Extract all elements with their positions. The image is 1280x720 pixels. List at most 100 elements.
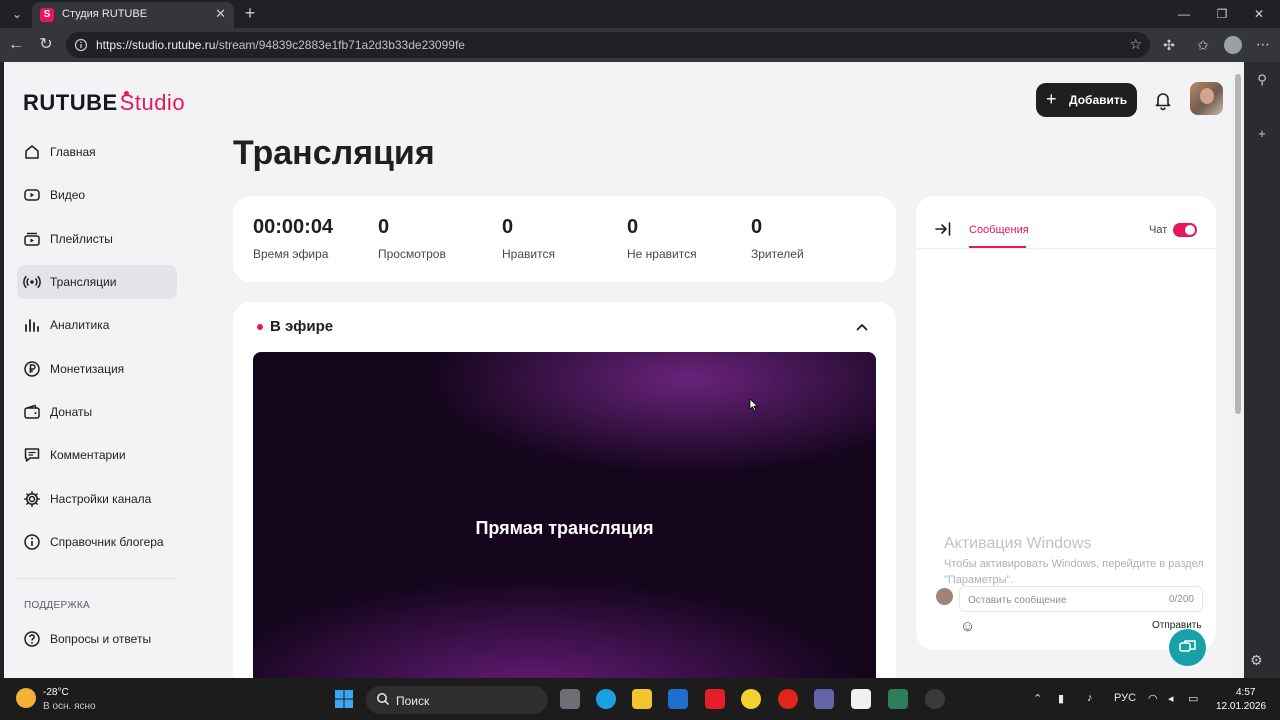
favorites-icon[interactable]: ✩ — [1194, 36, 1212, 54]
sidebar-item-home[interactable]: Главная — [17, 135, 177, 169]
comments-icon — [24, 448, 40, 462]
stat-likes: 0 Нравится — [502, 216, 555, 261]
notifications-bell-icon[interactable] — [1152, 89, 1174, 111]
ruble-icon — [24, 361, 40, 377]
gear-icon — [24, 491, 40, 507]
browser-side-panel: ⚲ + — [1244, 62, 1280, 678]
maximize-window-icon[interactable]: ❐ — [1207, 4, 1237, 24]
volume-icon[interactable]: ◂ — [1168, 692, 1174, 705]
sidebar-item-faq[interactable]: Вопросы и ответы — [17, 622, 177, 656]
browser-tab[interactable]: S Студия RUTUBE ✕ — [32, 2, 234, 28]
browser-settings-icon[interactable]: ⚙ — [1250, 652, 1268, 670]
info-icon — [24, 534, 40, 550]
yandex-browser-icon[interactable] — [705, 689, 725, 709]
tab-messages[interactable]: Сообщения — [969, 224, 1029, 236]
close-window-icon[interactable]: ✕ — [1244, 4, 1274, 24]
sidebar-item-label: Справочник блогера — [50, 535, 164, 549]
chat-toggle[interactable] — [1173, 223, 1197, 237]
close-tab-icon[interactable]: ✕ — [215, 6, 226, 22]
search-label: Поиск — [396, 694, 430, 708]
tab-list-button[interactable]: ⌄ — [6, 4, 28, 24]
clock-time[interactable]: 4:57 — [1236, 687, 1255, 698]
taskbar-search[interactable]: Поиск — [366, 686, 548, 714]
obs-icon[interactable] — [925, 689, 945, 709]
store-icon[interactable] — [851, 689, 871, 709]
url-host: https://studio.rutube.ru — [96, 38, 216, 52]
add-button-label: Добавить — [1069, 93, 1128, 107]
edge-browser-icon[interactable] — [596, 689, 616, 709]
rutube-favicon-icon: S — [40, 8, 54, 22]
avatar-face — [1200, 88, 1214, 104]
site-info-icon[interactable] — [74, 38, 88, 52]
task-view-icon[interactable] — [560, 689, 580, 709]
sidebar-item-label: Настройки канала — [50, 492, 152, 506]
rutube-studio-logo[interactable]: RUTUBEStudio — [23, 90, 185, 116]
browser-menu-icon[interactable]: ⋯ — [1256, 36, 1270, 54]
sidebar-item-label: Трансляции — [50, 275, 117, 289]
back-icon[interactable]: ← — [6, 35, 26, 55]
microphone-icon[interactable]: ♪ — [1087, 692, 1093, 704]
chevron-up-icon[interactable] — [855, 320, 869, 334]
file-explorer-icon[interactable] — [632, 689, 652, 709]
stat-value: 0 — [378, 216, 390, 238]
meet-now-icon[interactable]: ▮ — [1058, 692, 1064, 705]
teams-icon[interactable] — [814, 689, 834, 709]
support-chat-icon — [1179, 640, 1196, 652]
sidebar-item-label: Главная — [50, 145, 96, 159]
weather-moon-icon[interactable] — [16, 688, 36, 708]
stat-value: 0 — [502, 216, 514, 238]
video-icon — [24, 189, 40, 201]
sidebar-item-blogger-guide[interactable]: Справочник блогера — [17, 525, 177, 559]
bookmark-star-icon[interactable]: ☆ — [1129, 36, 1142, 53]
calculator-icon[interactable] — [888, 689, 908, 709]
logo-main-text: RUTUBE — [23, 90, 118, 115]
reload-icon[interactable]: ↻ — [36, 35, 56, 55]
help-chat-button[interactable] — [1169, 629, 1206, 666]
collapse-panel-icon[interactable] — [934, 220, 952, 238]
sidebar-item-label: Донаты — [50, 405, 93, 419]
sidebar-item-streams[interactable]: Трансляции — [17, 265, 177, 299]
side-search-icon[interactable]: ⚲ — [1254, 72, 1270, 88]
plus-icon: + — [1046, 89, 1057, 109]
sidebar-item-monetization[interactable]: Монетизация — [17, 352, 177, 386]
sidebar-item-donations[interactable]: Донаты — [17, 395, 177, 429]
windows-taskbar: -28°C В осн. ясно Поиск ⌃ ▮ ♪ РУС ◠ ◂ ▭ … — [0, 678, 1280, 720]
profile-avatar-icon[interactable] — [1224, 36, 1242, 54]
scrollbar-thumb[interactable] — [1235, 74, 1241, 414]
outlook-icon[interactable] — [668, 689, 688, 709]
stat-value: 0 — [751, 216, 763, 238]
sidebar-item-label: Вопросы и ответы — [50, 632, 152, 646]
clock-date[interactable]: 12.01.2026 — [1216, 701, 1266, 712]
windows-start-icon[interactable] — [334, 689, 354, 709]
sidebar-item-playlists[interactable]: Плейлисты — [17, 222, 177, 256]
sidebar-item-analytics[interactable]: Аналитика — [17, 308, 177, 342]
yandex-music-icon[interactable] — [741, 689, 761, 709]
stat-value: 00:00:04 — [253, 216, 334, 238]
sidebar-item-video[interactable]: Видео — [17, 178, 177, 212]
analytics-icon — [25, 319, 39, 332]
opera-icon[interactable] — [778, 689, 798, 709]
logo-studio-text: Studio — [119, 90, 186, 115]
sidebar-item-channel-settings[interactable]: Настройки канала — [17, 482, 177, 516]
stat-views: 0 Просмотров — [378, 216, 446, 261]
sidebar-item-comments[interactable]: Комментарии — [17, 438, 177, 472]
chat-message-input[interactable]: Оставить сообщение 0/200 — [959, 586, 1203, 612]
add-button[interactable]: + Добавить — [1036, 83, 1137, 117]
extensions-icon[interactable]: ✣ — [1160, 36, 1178, 54]
show-hidden-icons-icon[interactable]: ⌃ — [1033, 692, 1042, 705]
weather-temperature: -28°C — [43, 687, 69, 698]
emoji-icon[interactable]: ☺ — [960, 618, 978, 636]
side-add-icon[interactable]: + — [1254, 126, 1270, 142]
language-indicator[interactable]: РУС — [1114, 692, 1136, 704]
stat-airtime: 00:00:04 Время эфира — [253, 216, 333, 261]
url-path: /stream/94839c2883e1fb71a2d3b33de23099fe — [215, 38, 465, 52]
sidebar-divider — [17, 578, 177, 579]
battery-icon[interactable]: ▭ — [1188, 692, 1198, 705]
address-bar[interactable]: https://studio.rutube.ru/stream/94839c28… — [66, 32, 1150, 58]
minimize-window-icon[interactable]: — — [1169, 4, 1199, 24]
wifi-icon[interactable]: ◠ — [1148, 692, 1158, 705]
stat-label: Не нравится — [627, 247, 697, 261]
video-player[interactable]: Прямая трансляция — [253, 352, 876, 678]
user-avatar[interactable] — [1190, 82, 1223, 115]
new-tab-button[interactable]: + — [240, 3, 260, 23]
